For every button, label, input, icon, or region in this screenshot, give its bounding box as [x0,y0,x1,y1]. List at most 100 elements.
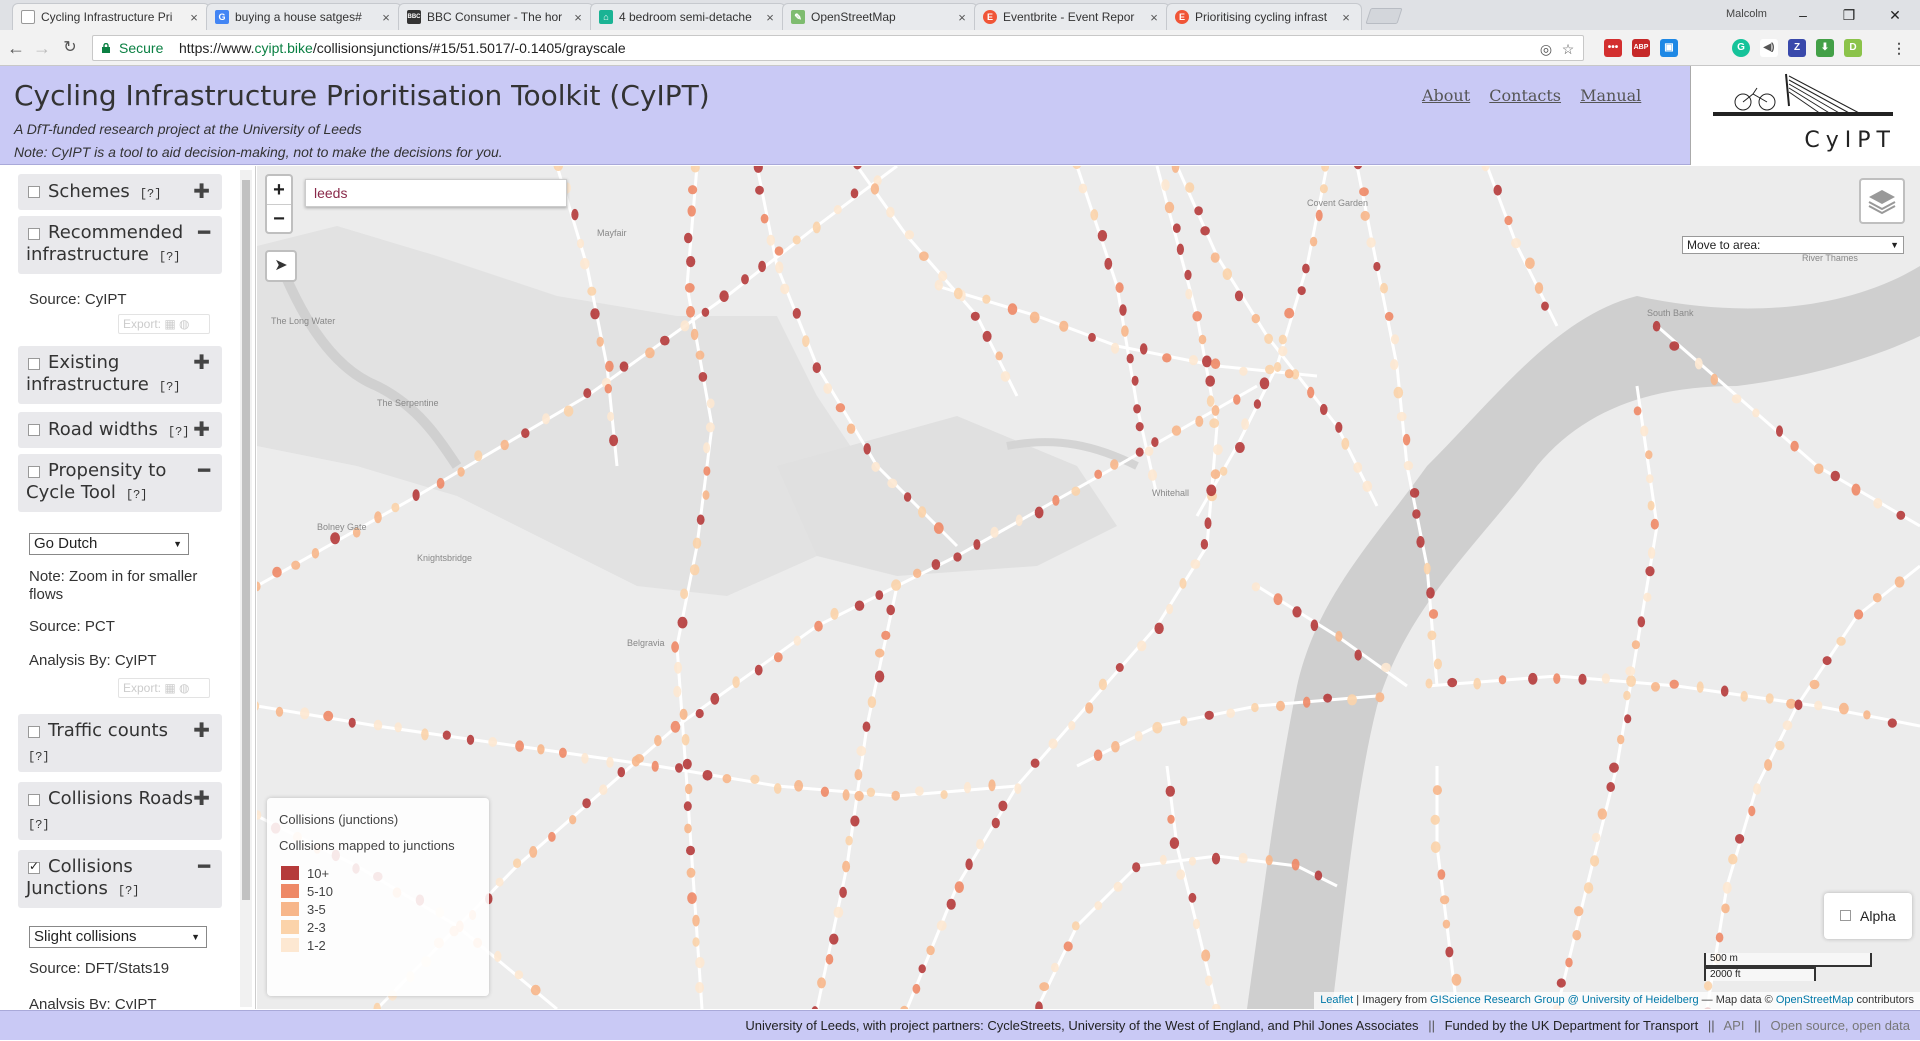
propensity-checkbox[interactable] [28,466,40,478]
help-link[interactable]: [?] [168,425,190,439]
collision-marker[interactable] [1198,334,1207,345]
collision-marker[interactable] [1412,509,1421,519]
tab-bbc[interactable]: BBC BBC Consumer - The hor × [398,3,594,30]
collision-marker[interactable] [915,786,924,796]
panel-schemes[interactable]: Schemes [?] ✚ [18,174,222,210]
collision-marker[interactable] [494,950,502,963]
collision-marker[interactable] [1390,359,1399,371]
collision-marker[interactable] [1166,603,1174,615]
collision-marker[interactable] [1078,183,1088,194]
collision-marker[interactable] [926,945,935,956]
collision-marker[interactable] [530,984,541,996]
collision-marker[interactable] [391,502,400,513]
collision-marker[interactable] [1134,730,1143,742]
collision-marker[interactable] [1887,718,1897,728]
collision-marker[interactable] [1110,459,1119,470]
layers-button[interactable] [1859,178,1905,224]
collision-marker[interactable] [1534,282,1544,294]
collision-marker[interactable] [651,760,659,772]
collision-marker[interactable] [1188,892,1197,903]
collision-marker[interactable] [1204,710,1214,720]
collision-marker[interactable] [1583,882,1594,894]
bookmark-star-icon[interactable]: ☆ [1559,40,1577,58]
collision-marker[interactable] [1423,562,1431,575]
collision-marker[interactable] [457,467,465,477]
collision-marker[interactable] [1204,975,1213,987]
collision-marker[interactable] [1098,678,1107,691]
collision-marker[interactable] [830,607,839,620]
collision-marker[interactable] [1206,484,1217,497]
collision-marker[interactable] [842,789,850,801]
help-link[interactable]: [?] [118,884,140,898]
tab-google[interactable]: G buying a house satges# × [206,3,402,30]
collision-marker[interactable] [973,539,981,550]
restore-icon[interactable]: ❐ [1826,2,1872,28]
collision-marker[interactable] [1320,403,1328,416]
collision-marker[interactable] [1647,547,1656,559]
collision-marker[interactable] [1137,640,1147,652]
collision-marker[interactable] [1211,852,1221,865]
collision-marker[interactable] [904,230,915,240]
collision-marker[interactable] [886,604,895,616]
collision-marker[interactable] [1790,440,1799,452]
collision-marker[interactable] [1315,209,1323,222]
collision-marker[interactable] [842,860,851,873]
collision-marker[interactable] [1190,559,1201,569]
help-link[interactable]: [?] [159,380,181,394]
collision-marker[interactable] [886,206,895,218]
collision-marker[interactable] [1721,903,1730,914]
collision-marker[interactable] [1606,782,1615,792]
collision-marker[interactable] [1416,536,1425,548]
collision-marker[interactable] [1740,690,1748,702]
collision-marker[interactable] [1239,366,1248,376]
collision-marker[interactable] [1341,437,1350,450]
collision-marker[interactable] [606,756,614,768]
collision-marker[interactable] [829,933,839,945]
collision-marker[interactable] [1291,858,1300,871]
collision-marker[interactable] [1426,587,1435,599]
collision-marker[interactable] [687,205,696,217]
collision-marker[interactable] [722,774,732,784]
leaflet-link[interactable]: Leaflet [1320,994,1353,1006]
location-search-input[interactable]: leeds [305,179,567,207]
collision-marker[interactable] [488,737,498,747]
collision-marker[interactable] [1210,252,1220,263]
collision-marker[interactable] [631,756,640,767]
collision-marker[interactable] [1097,230,1108,242]
collision-marker[interactable] [1703,981,1713,991]
collision-marker[interactable] [1310,619,1319,632]
collision-marker[interactable] [695,957,705,969]
recommended-checkbox[interactable] [28,228,40,240]
collision-marker[interactable] [774,246,784,256]
collision-marker[interactable] [792,308,801,319]
collision-marker[interactable] [412,489,420,501]
collision-marker[interactable] [839,886,847,899]
collision-marker[interactable] [856,745,867,757]
collision-marker[interactable] [1626,675,1636,687]
collision-marker[interactable] [1447,677,1458,688]
collision-marker[interactable] [645,347,655,359]
collision-marker[interactable] [1839,702,1849,715]
extension-icon[interactable]: ▣ [1660,39,1678,57]
collision-marker[interactable] [1590,855,1600,867]
collision-marker[interactable] [773,783,782,794]
collision-marker[interactable] [991,817,1000,829]
collision-marker[interactable] [1574,906,1584,917]
collision-marker[interactable] [688,185,698,195]
collision-marker[interactable] [970,311,980,321]
collision-marker[interactable] [1425,678,1433,689]
collision-marker[interactable] [953,287,963,300]
collision-marker[interactable] [1504,215,1513,226]
traffic-counts-checkbox[interactable] [28,726,40,738]
collision-marker[interactable] [607,411,615,422]
collision-marker[interactable] [995,351,1003,361]
collision-marker[interactable] [1321,166,1329,172]
collision-marker[interactable] [1511,238,1522,249]
collision-marker[interactable] [421,728,429,741]
collision-marker[interactable] [1836,636,1846,646]
collision-marker[interactable] [1437,869,1446,880]
collision-marker[interactable] [871,461,880,472]
collision-marker[interactable] [998,800,1008,812]
panel-road-widths[interactable]: Road widths [?] ✚ [18,412,222,448]
collision-marker[interactable] [1752,408,1760,418]
